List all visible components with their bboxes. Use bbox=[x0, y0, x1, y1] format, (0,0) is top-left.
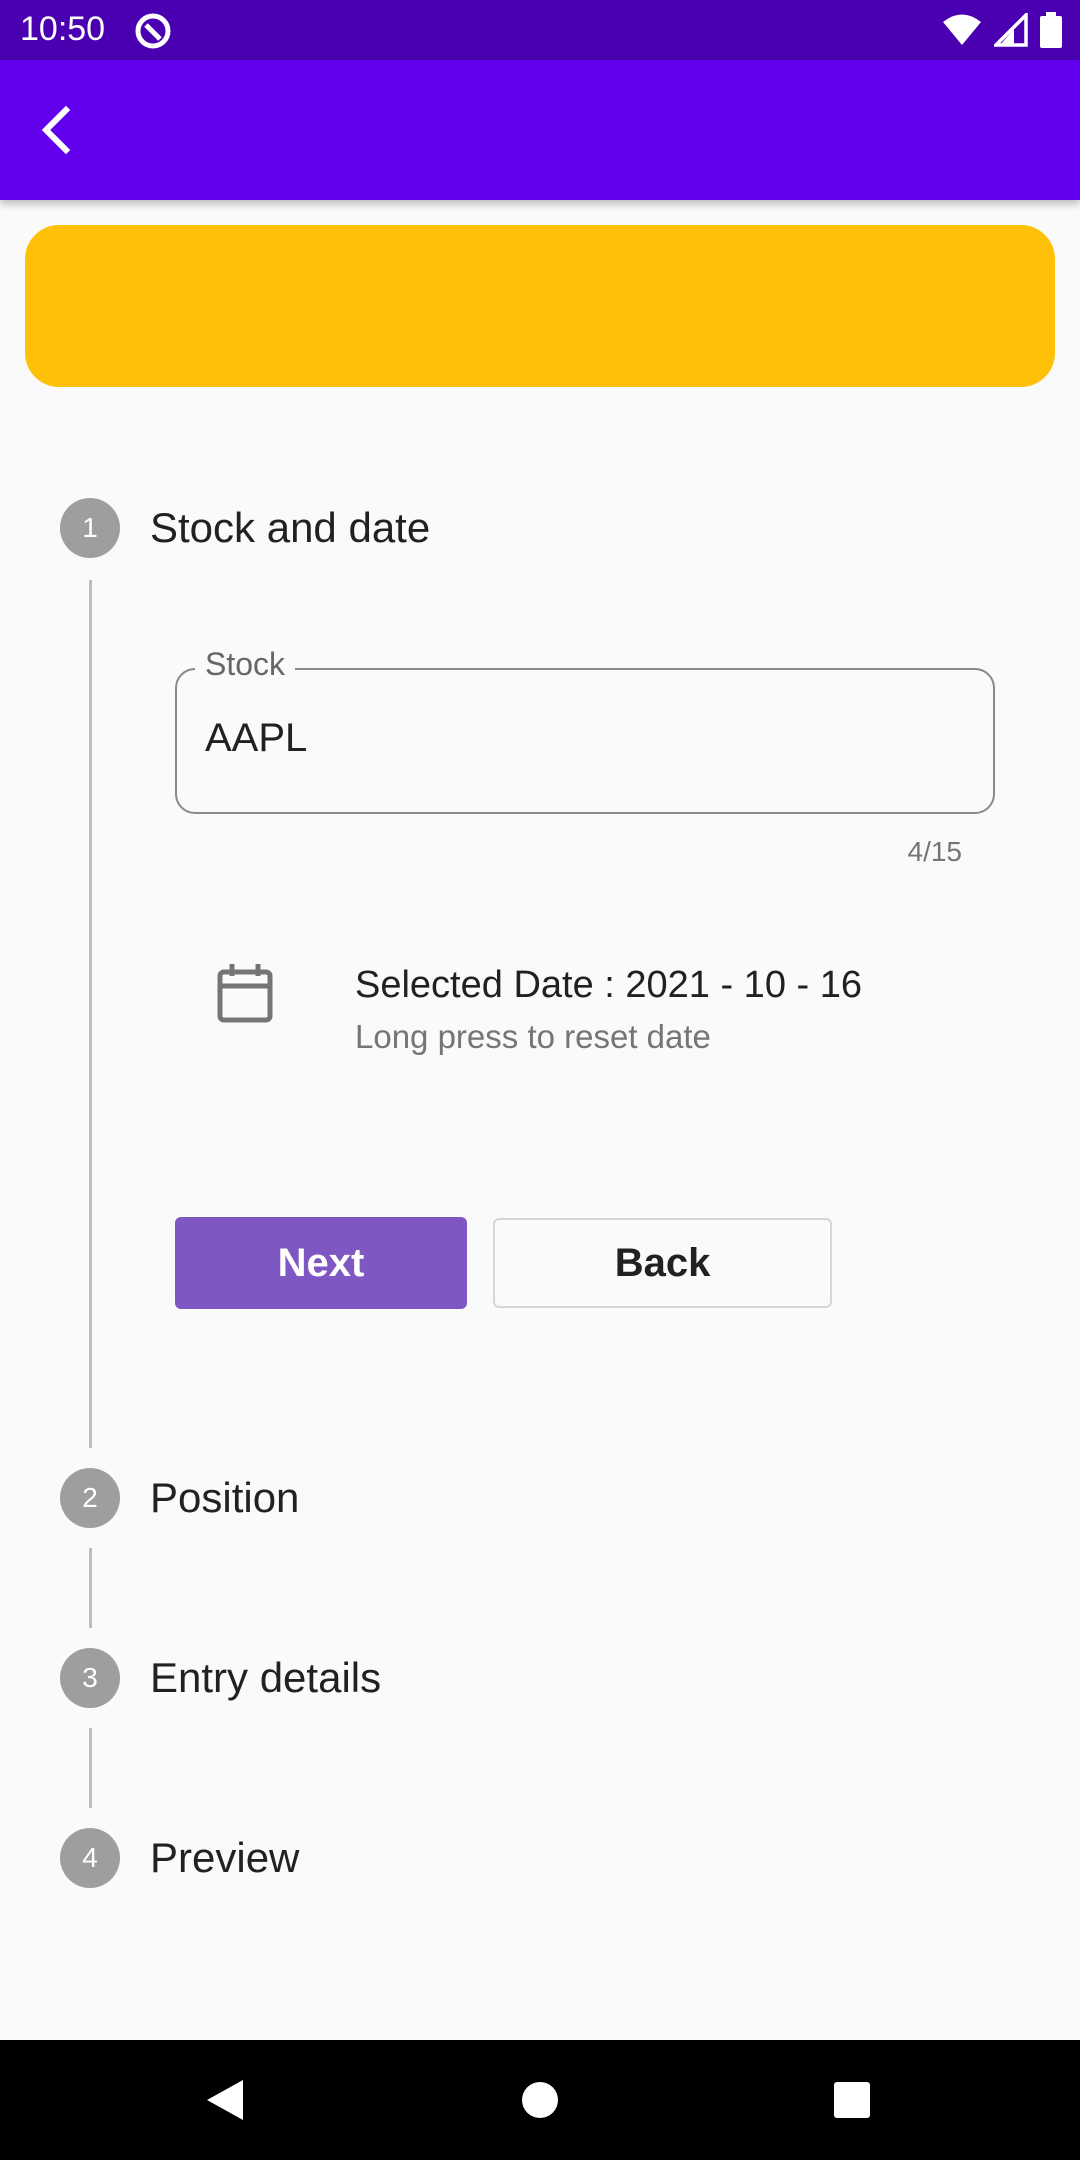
nav-back-button[interactable] bbox=[165, 2040, 285, 2160]
calendar-icon[interactable] bbox=[215, 962, 275, 1024]
stock-field-value[interactable]: AAPL bbox=[205, 716, 307, 761]
back-arrow-button[interactable] bbox=[24, 96, 92, 164]
back-arrow-icon bbox=[41, 105, 71, 155]
nav-home-icon bbox=[522, 2082, 558, 2118]
signal-icon bbox=[994, 13, 1028, 47]
step-4-number: 4 bbox=[60, 1828, 120, 1888]
nav-home-button[interactable] bbox=[480, 2040, 600, 2160]
status-icons bbox=[942, 12, 1062, 48]
nav-back-icon bbox=[207, 2080, 243, 2120]
step-1-number: 1 bbox=[60, 498, 120, 558]
back-button[interactable]: Back bbox=[493, 1218, 832, 1308]
nav-recents-button[interactable] bbox=[792, 2040, 912, 2160]
app-bar bbox=[0, 60, 1080, 200]
reset-date-hint: Long press to reset date bbox=[355, 1018, 711, 1055]
step-4-title: Preview bbox=[150, 1834, 300, 1881]
status-bar: 10:50 bbox=[0, 0, 1080, 60]
stock-field-label: Stock bbox=[195, 646, 296, 683]
step-2-header[interactable]: 2 Position bbox=[60, 1467, 299, 1529]
screen: 10:50 1 Stock and date Stock AAPL 4/15 S… bbox=[0, 0, 1080, 2160]
banner bbox=[25, 225, 1055, 387]
step-4-header[interactable]: 4 Preview bbox=[60, 1827, 299, 1889]
step-3-header[interactable]: 3 Entry details bbox=[60, 1647, 381, 1709]
character-counter: 4/15 bbox=[907, 836, 963, 867]
navigation-bar bbox=[0, 2040, 1080, 2160]
step-3-connector bbox=[89, 1728, 92, 1808]
selected-date-text[interactable]: Selected Date : 2021 - 10 - 16 bbox=[355, 964, 862, 1007]
step-2-title: Position bbox=[150, 1474, 300, 1521]
step-2-connector bbox=[89, 1548, 92, 1628]
step-1-title: Stock and date bbox=[150, 504, 431, 551]
app-notification-icon bbox=[135, 13, 171, 49]
next-button[interactable]: Next bbox=[175, 1217, 467, 1309]
wifi-icon bbox=[943, 14, 981, 45]
status-time: 10:50 bbox=[20, 10, 106, 48]
step-1-header[interactable]: 1 Stock and date bbox=[60, 497, 430, 559]
step-3-number: 3 bbox=[60, 1648, 120, 1708]
step-2-number: 2 bbox=[60, 1468, 120, 1528]
battery-icon bbox=[1040, 12, 1062, 48]
step-3-title: Entry details bbox=[150, 1654, 382, 1701]
nav-recents-icon bbox=[834, 2082, 870, 2118]
step-1-connector bbox=[89, 580, 92, 1448]
